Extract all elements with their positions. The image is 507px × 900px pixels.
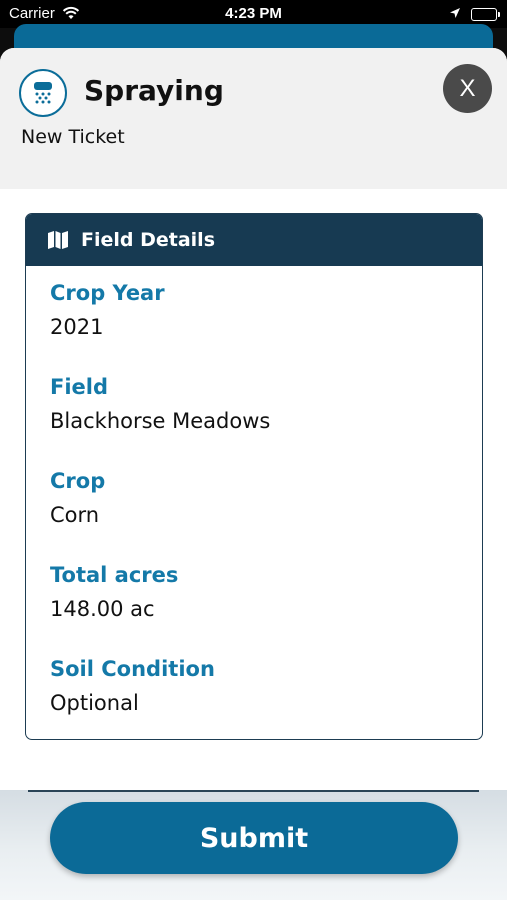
sheet-header: Spraying New Ticket X	[0, 48, 507, 189]
field-value: 148.00 ac	[50, 597, 155, 621]
field-value: 2021	[50, 315, 104, 339]
clock: 4:23 PM	[225, 5, 282, 22]
spray-icon	[19, 69, 67, 117]
field-label: Soil Condition	[50, 657, 215, 681]
field-crop: Crop Corn	[50, 469, 105, 527]
field-value: Corn	[50, 503, 100, 527]
location-arrow-icon	[449, 6, 461, 23]
card-title: Field Details	[81, 229, 216, 251]
map-icon	[47, 230, 69, 250]
field-details-card: Field Details Crop Year 2021 Field Black…	[25, 213, 483, 740]
field-label: Crop Year	[50, 281, 165, 305]
field-soil-condition[interactable]: Soil Condition Optional	[50, 657, 215, 715]
card-header: Field Details	[26, 214, 482, 266]
field-total-acres: Total acres 148.00 ac	[50, 563, 178, 621]
modal-sheet: Spraying New Ticket X Field Details Crop…	[0, 48, 507, 900]
close-button[interactable]: X	[443, 64, 492, 113]
field-label: Crop	[50, 469, 106, 493]
page-title: Spraying	[84, 74, 224, 107]
field-label: Total acres	[50, 563, 179, 587]
field-crop-year: Crop Year 2021	[50, 281, 165, 339]
soil-condition-input[interactable]: Optional	[50, 691, 215, 715]
submit-button[interactable]: Submit	[50, 802, 458, 874]
field-field: Field Blackhorse Meadows	[50, 375, 270, 433]
field-label: Field	[50, 375, 109, 399]
field-value: Blackhorse Meadows	[50, 409, 271, 433]
divider	[28, 790, 479, 792]
footer: Submit	[0, 790, 507, 900]
battery-icon	[471, 8, 500, 21]
page-subtitle: New Ticket	[21, 126, 125, 148]
